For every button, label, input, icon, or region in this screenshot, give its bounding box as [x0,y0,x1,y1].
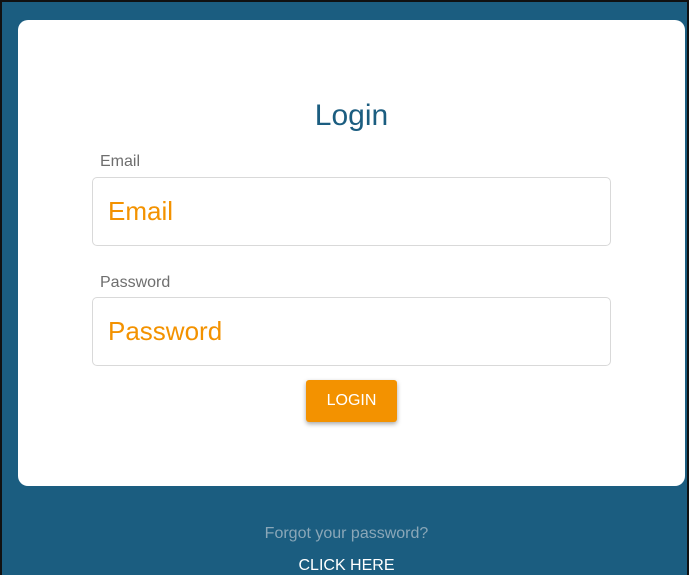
login-button[interactable]: LOGIN [306,380,397,422]
login-card: Login Email Password LOGIN [18,20,685,486]
forgot-password-text: Forgot your password? [264,525,429,542]
page-background: Login Email Password LOGIN Forgot your p… [0,0,689,575]
page-title: Login [314,99,389,132]
email-label: Email [100,153,141,170]
email-field[interactable] [92,177,611,246]
password-label: Password [100,274,171,291]
password-field[interactable] [92,297,611,366]
click-here-link[interactable]: CLICK HERE [2,555,689,577]
